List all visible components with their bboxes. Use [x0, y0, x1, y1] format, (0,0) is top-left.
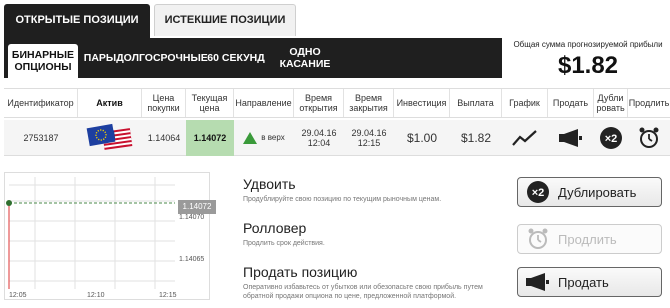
- close-time: 12:15: [357, 138, 381, 148]
- sell-button[interactable]: Продать: [517, 267, 662, 297]
- subnav-long-term[interactable]: ДОЛГОСРОЧНЫЕ: [116, 38, 208, 78]
- duplicate-description: Продублируйте свою позицию по текущим ры…: [243, 196, 442, 203]
- duplicate-button-label: Дублировать: [558, 184, 637, 200]
- position-id: 2753187: [23, 133, 59, 143]
- header-open-time: Время открытия: [294, 89, 344, 117]
- header-asset: Актив: [78, 89, 142, 117]
- sell-description: Оперативно избавьтесь от убытков или обе…: [243, 284, 483, 300]
- option-type-nav: БИНАРНЫЕ ОПЦИОНЫ ПАРЫ ДОЛГОСРОЧНЫЕ 60 СЕ…: [4, 38, 502, 78]
- header-current-price: Текущая цена: [186, 89, 234, 117]
- alarm-clock-icon[interactable]: [628, 120, 670, 156]
- extend-button-label: Продлить: [558, 231, 617, 247]
- duplicate-title: Удвоить: [243, 176, 296, 192]
- megaphone-icon[interactable]: [548, 120, 594, 156]
- y-label-2: 1.14065: [179, 256, 204, 263]
- sell-title: Продать позицию: [243, 264, 358, 280]
- x-label-3: 12:15: [159, 292, 177, 299]
- y-label-1: 1.14070: [179, 214, 204, 221]
- subnav-one-touch[interactable]: ОДНО КАСАНИЕ: [276, 38, 334, 78]
- investment: $1.00: [406, 131, 438, 145]
- chart-icon[interactable]: [502, 120, 548, 156]
- open-time: 12:04: [307, 138, 331, 148]
- subnav-binary-options[interactable]: БИНАРНЫЕ ОПЦИОНЫ: [8, 44, 78, 78]
- current-price: 1.14072: [186, 120, 234, 156]
- header-close-time: Время закрытия: [344, 89, 394, 117]
- header-investment: Инвестиция: [394, 89, 450, 117]
- rollover-description: Продлить срок действия.: [243, 240, 325, 247]
- header-sell: Продать: [548, 89, 594, 117]
- sell-button-label: Продать: [558, 274, 609, 290]
- x-label-1: 12:05: [9, 292, 27, 299]
- header-duplicate: Дубли ровать: [594, 89, 628, 117]
- header-id: Идентификатор: [4, 89, 78, 117]
- alarm-clock-icon: [518, 227, 558, 251]
- table-row[interactable]: 2753187 1.14064 1.14072 в верх 29.04.16 …: [4, 120, 670, 156]
- eur-usd-flag-icon: [78, 120, 142, 156]
- duplicate-x2-icon: ×2: [518, 180, 558, 204]
- up-arrow-icon: [243, 132, 258, 144]
- open-date: 29.04.16: [301, 128, 337, 138]
- total-profit-label: Общая сумма прогнозируемой прибыли: [513, 40, 663, 49]
- close-time-cell: 29.04.16 12:15: [344, 120, 394, 156]
- position-tabs: ОТКРЫТЫЕ ПОЗИЦИИ ИСТЕКШИЕ ПОЗИЦИИ: [0, 0, 670, 38]
- payout: $1.82: [460, 131, 492, 145]
- total-profit-value: $1.82: [557, 52, 619, 79]
- x-label-2: 12:10: [87, 292, 105, 299]
- price-chart-canvas: 1.14070 1.14065 12:05 12:10 12:15: [6, 177, 204, 299]
- megaphone-icon: [518, 272, 558, 292]
- positions-header: Идентификатор Актив Цена покупки Текущая…: [4, 88, 670, 118]
- tab-expired-positions[interactable]: ИСТЕКШИЕ ПОЗИЦИИ: [154, 4, 296, 36]
- direction-label: в верх: [261, 133, 285, 142]
- rollover-title: Ролловер: [243, 220, 307, 236]
- svg-text:×2: ×2: [605, 133, 618, 145]
- tab-open-positions[interactable]: ОТКРЫТЫЕ ПОЗИЦИИ: [4, 4, 150, 38]
- header-chart: График: [502, 89, 548, 117]
- open-time-cell: 29.04.16 12:04: [294, 120, 344, 156]
- subnav-60-seconds[interactable]: 60 СЕКУНД: [206, 38, 266, 78]
- header-direction: Направление: [234, 89, 294, 117]
- duplicate-x2-icon[interactable]: ×2: [594, 120, 628, 156]
- extend-button[interactable]: Продлить: [517, 224, 662, 254]
- header-extend: Продлить: [628, 98, 670, 108]
- header-payout: Выплата: [450, 89, 502, 117]
- current-price-tag: 1.14072: [178, 200, 216, 214]
- price-chart: 1.14070 1.14065 12:05 12:10 12:15: [4, 172, 210, 300]
- svg-text:×2: ×2: [532, 187, 545, 199]
- subnav-pairs[interactable]: ПАРЫ: [82, 38, 118, 78]
- direction-cell: в верх: [234, 120, 294, 156]
- close-date: 29.04.16: [351, 128, 387, 138]
- duplicate-button[interactable]: ×2 Дублировать: [517, 177, 662, 207]
- chart-grid: [9, 177, 175, 289]
- buy-price: 1.14064: [147, 133, 181, 143]
- header-buy-price: Цена покупки: [142, 89, 186, 117]
- entry-point: [6, 200, 12, 206]
